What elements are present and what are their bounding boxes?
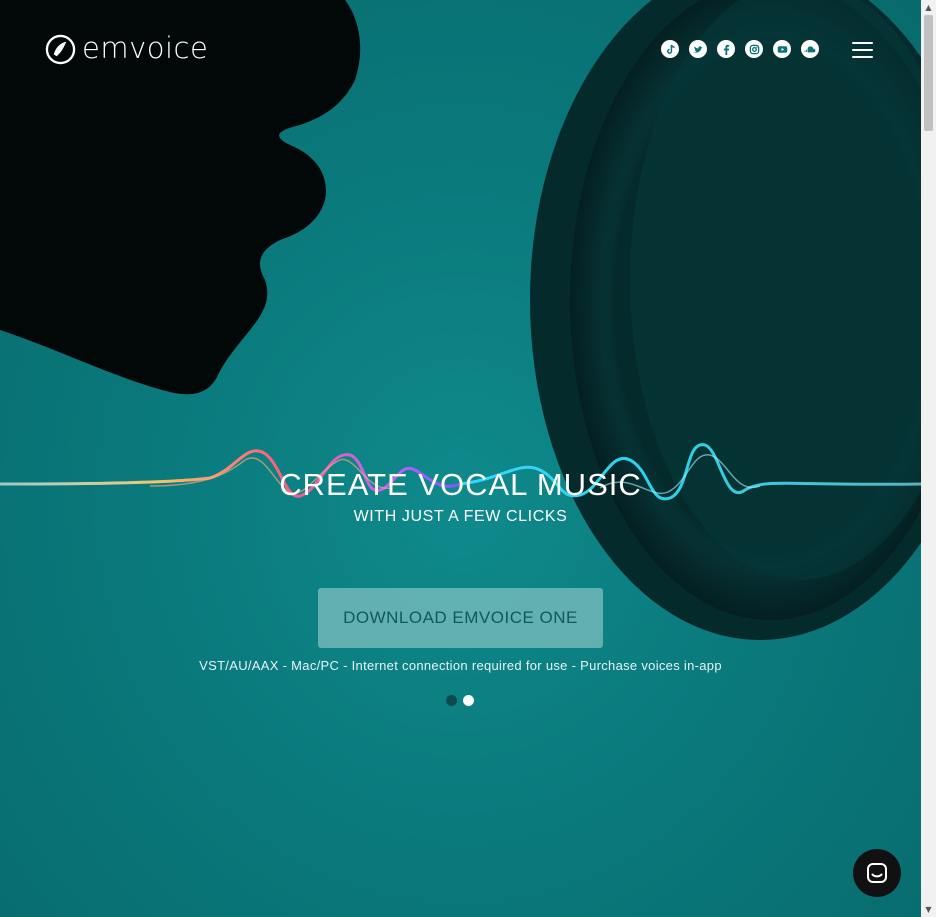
scrollbar-thumb[interactable] [924,15,933,131]
brand-name: emvoice [82,31,209,65]
chat-launcher-button[interactable] [853,849,901,897]
instagram-icon[interactable] [745,40,763,58]
hero-headline: CREATE VOCAL MUSIC [279,467,642,502]
brand-logo[interactable]: emvoice [45,31,209,65]
facebook-icon[interactable] [717,40,735,58]
youtube-icon[interactable] [773,40,791,58]
scroll-down-arrow-icon[interactable]: ▼ [921,902,936,917]
tiktok-icon[interactable] [661,40,679,58]
hero-section: emvoice CREATE VOCAL MUSIC WITH JUST A F… [0,0,921,917]
hero-background-art [0,0,921,640]
carousel-indicators [446,695,474,706]
page-scrollbar[interactable]: ▲ ▼ [921,0,936,917]
hero-subheadline: WITH JUST A FEW CLICKS [353,508,568,525]
social-links [661,40,819,58]
carousel-dot-2[interactable] [463,695,474,706]
chat-icon [867,863,887,883]
hamburger-menu-icon[interactable] [852,42,873,58]
soundcloud-icon[interactable] [801,40,819,58]
carousel-dot-1[interactable] [446,695,457,706]
scroll-up-arrow-icon[interactable]: ▲ [921,0,936,15]
download-button[interactable]: DOWNLOAD EMVOICE ONE [318,588,603,648]
twitter-icon[interactable] [689,40,707,58]
emvoice-logo-icon [45,34,76,64]
requirements-note: VST/AU/AAX - Mac/PC - Internet connectio… [199,658,722,673]
